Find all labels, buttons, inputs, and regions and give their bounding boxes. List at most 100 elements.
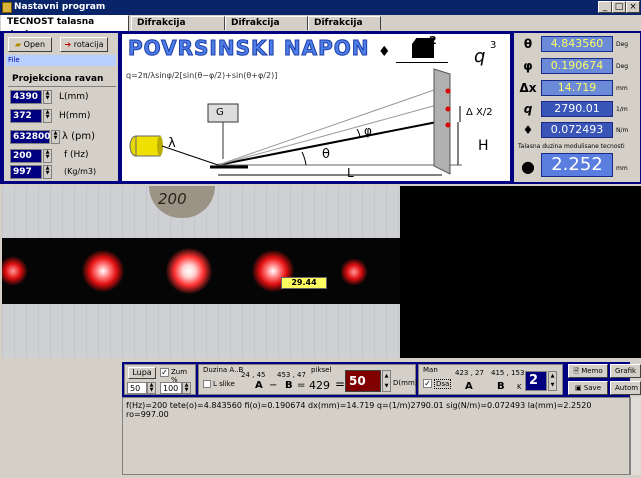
- save-button[interactable]: ▣ Save: [568, 381, 608, 395]
- d-spinner[interactable]: ▲ ▼: [382, 370, 391, 392]
- theta-arc: [301, 151, 307, 166]
- q-value: 2790.01: [541, 101, 613, 117]
- lupa-button[interactable]: Lupa: [128, 367, 156, 379]
- a-coords: 24 , 45: [241, 371, 266, 379]
- tab-difrakcija-igla[interactable]: Difrakcija (igla): [308, 16, 381, 41]
- lslike-label: L slike: [213, 380, 235, 388]
- lambda-spinner[interactable]: ▲ ▼: [51, 130, 60, 144]
- status-text: f(Hz)=200 tete(o)=4.843560 fi(o)=0.19067…: [126, 401, 592, 419]
- spot-3: [445, 122, 451, 128]
- theta-value: 4.843560: [541, 36, 613, 52]
- lambda-unit: λ (pm): [62, 131, 95, 142]
- phi-label: φ: [364, 124, 372, 138]
- results-log: f(Hz)=200 tete(o)=4.843560 fi(o)=0.19067…: [122, 397, 630, 475]
- grid-background-lower: [2, 304, 400, 358]
- maximize-button[interactable]: □: [612, 1, 626, 13]
- physics-diagram: POVRSINSKI NAPON ♦ 2 q 3 q=2π/λsinφ/2[si…: [122, 34, 510, 181]
- preview-pane: [400, 186, 641, 358]
- tab-tecnost[interactable]: TECNOST talasna duzina: [1, 15, 129, 40]
- zum-input[interactable]: 100: [160, 382, 182, 394]
- H-unit: H(mm): [59, 111, 91, 121]
- dx-label: Δ X/2: [466, 107, 493, 118]
- lambda-field[interactable]: 632800: [10, 130, 51, 144]
- man-a-coords: 423 , 27: [455, 369, 484, 377]
- rotate-button[interactable]: ➜ rotacija: [60, 37, 108, 52]
- folder-icon: ▰: [14, 40, 22, 49]
- open-button[interactable]: ▰ Open: [8, 37, 52, 52]
- k-spinner[interactable]: ▲ ▼: [548, 371, 557, 391]
- H-field[interactable]: 372: [10, 109, 42, 123]
- phi-symbol: φ: [523, 59, 533, 73]
- man-a-letter: A: [465, 381, 473, 392]
- arrow-right-icon: ➜: [64, 40, 72, 49]
- dsa-label: Dsa: [434, 379, 452, 389]
- zum-checkbox[interactable]: ✓: [160, 368, 169, 377]
- man-b-coords: 415 , 153: [491, 369, 525, 377]
- la-value: 2.252: [541, 153, 613, 177]
- open-label: Open: [23, 40, 46, 49]
- f-unit: f (Hz): [64, 150, 89, 160]
- rho-unit: (Kg/m3): [64, 167, 97, 176]
- zoom-group: Lupa ✓ Zum % 50 ▲ ▼ 100 ▲ ▼: [124, 364, 196, 395]
- memo-button[interactable]: 🗎 Memo: [568, 364, 608, 378]
- d-input[interactable]: 50: [345, 370, 381, 392]
- f-field[interactable]: 200: [10, 149, 42, 163]
- minimize-button[interactable]: _: [598, 1, 612, 13]
- spot-2: [445, 106, 451, 112]
- close-button[interactable]: ×: [626, 1, 640, 13]
- H-spinner[interactable]: ▲ ▼: [43, 109, 52, 123]
- duzina-label: Duzina A..B: [203, 366, 244, 374]
- manual-group: Man 423 , 27 415 , 153 ✓ Dsa A B K 2 ▲ ▼: [418, 364, 563, 395]
- piksel-label: piksel: [311, 366, 332, 374]
- k-input[interactable]: 2: [525, 371, 547, 391]
- b-coords: 453 , 47: [277, 371, 306, 379]
- log-scrollbar[interactable]: [630, 397, 641, 475]
- spot-1: [445, 88, 451, 94]
- theta-unit: Deg: [616, 41, 629, 48]
- spot-order-minus1: [82, 250, 124, 292]
- save-label: Save: [583, 384, 602, 392]
- autom-button[interactable]: Autom: [610, 381, 641, 395]
- lupa-spinner[interactable]: ▲ ▼: [147, 382, 156, 394]
- tab-difrakcija-prorez[interactable]: Difrakcija (prorez): [131, 16, 225, 41]
- man-b-letter: B: [497, 381, 505, 392]
- L-field[interactable]: 4390: [10, 90, 42, 104]
- f-spinner[interactable]: ▲ ▼: [43, 149, 52, 163]
- L-spinner[interactable]: ▲ ▼: [43, 90, 52, 104]
- save-icon: ▣: [574, 384, 582, 392]
- rho-spinner[interactable]: ▲ ▼: [43, 165, 52, 179]
- dx-value: 14.719: [541, 80, 613, 96]
- title-bar: Nastavni program: [0, 0, 641, 15]
- dsa-checkbox[interactable]: ✓: [423, 379, 432, 388]
- lslike-checkbox[interactable]: [203, 380, 211, 388]
- wavelength-caption: Talasna duzina modulisane tecnosti: [518, 143, 625, 150]
- equals-left: =: [297, 380, 306, 391]
- zum-spinner[interactable]: ▲ ▼: [182, 382, 191, 394]
- minus-sign: −: [269, 380, 278, 391]
- rho-field[interactable]: 997: [10, 165, 42, 179]
- tab-difrakcija-krug[interactable]: Difrakcija (krug): [225, 16, 308, 41]
- L-unit: L(mm): [59, 92, 89, 102]
- spot-central: [166, 248, 212, 294]
- measure-group: Duzina A..B 24 , 45 453 , 47 piksel L sl…: [198, 364, 418, 395]
- window-title: Nastavni program: [14, 2, 106, 12]
- theta-symbol: θ: [523, 37, 533, 51]
- la-symbol: ●: [521, 157, 535, 176]
- spot-order-plus2: [340, 258, 368, 286]
- left-panel: ▰ Open ➜ rotacija File Projekciona ravan…: [4, 33, 118, 181]
- file-path: File: [6, 55, 116, 66]
- sigma-symbol: ♦: [522, 123, 534, 137]
- projection-header: Projekciona ravan: [12, 74, 104, 84]
- dx-symbol: Δx: [519, 81, 537, 95]
- phi-unit: Deg: [616, 63, 629, 70]
- image-view[interactable]: 200 29.44 mm: [2, 186, 400, 358]
- lambda-label: λ: [168, 136, 176, 151]
- sigma-unit: N/m: [616, 127, 629, 134]
- a-letter: A: [255, 380, 263, 391]
- grafik-button[interactable]: Grafik: [610, 364, 641, 378]
- screen-plate: [433, 68, 451, 175]
- laser-body: [135, 135, 161, 157]
- lupa-input[interactable]: 50: [127, 382, 147, 394]
- memo-icon: 🗎: [573, 367, 579, 375]
- man-label: Man: [423, 366, 438, 374]
